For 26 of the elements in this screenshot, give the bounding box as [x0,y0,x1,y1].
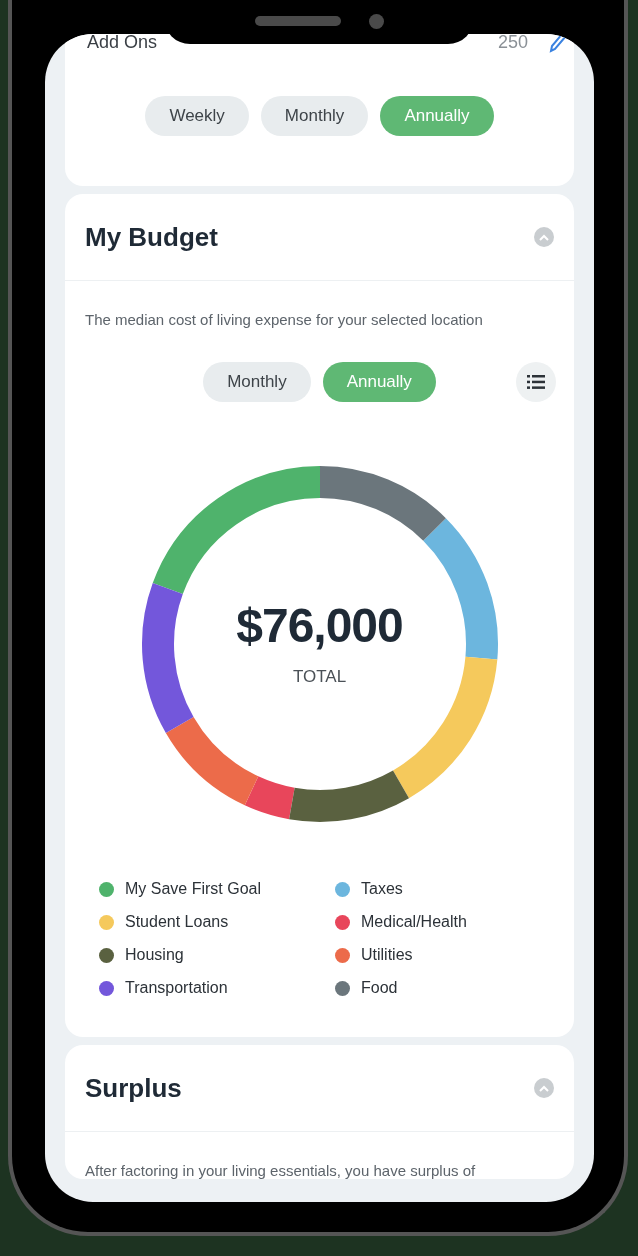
legend-label: Food [361,979,398,997]
legend-label: Taxes [361,880,403,898]
add-ons-value: 250 [497,34,528,53]
pencil-icon[interactable] [548,34,568,53]
legend-label: Medical/Health [361,913,467,931]
period-tab[interactable]: Monthly [203,362,311,402]
surplus-description: After factoring in your living essentials, you have surplus of [84,1161,477,1179]
legend-label: Housing [125,946,184,964]
section-title: Surplus [85,1072,182,1104]
legend-label: Utilities [361,946,413,964]
collapse-toggle[interactable] [534,227,554,247]
legend-label: Transportation [125,979,228,997]
collapse-toggle[interactable] [534,1078,554,1098]
period-tab[interactable]: Monthly [260,96,369,136]
list-icon [527,375,545,389]
total-amount: $76,000 [236,597,403,653]
total-label: TOTAL [292,666,347,687]
chevron-icon [539,1084,549,1092]
add-ons-label: Add Ons [87,34,158,53]
section-title: My Budget [85,221,218,253]
chevron-icon [539,233,549,241]
list-view-button[interactable] [516,362,556,402]
legend-label: My Save First Goal [125,880,262,898]
legend-label: Student Loans [125,913,229,931]
budget-description: The median cost of living expense for your selected location [84,310,484,328]
period-tab[interactable]: Weekly [145,96,249,136]
